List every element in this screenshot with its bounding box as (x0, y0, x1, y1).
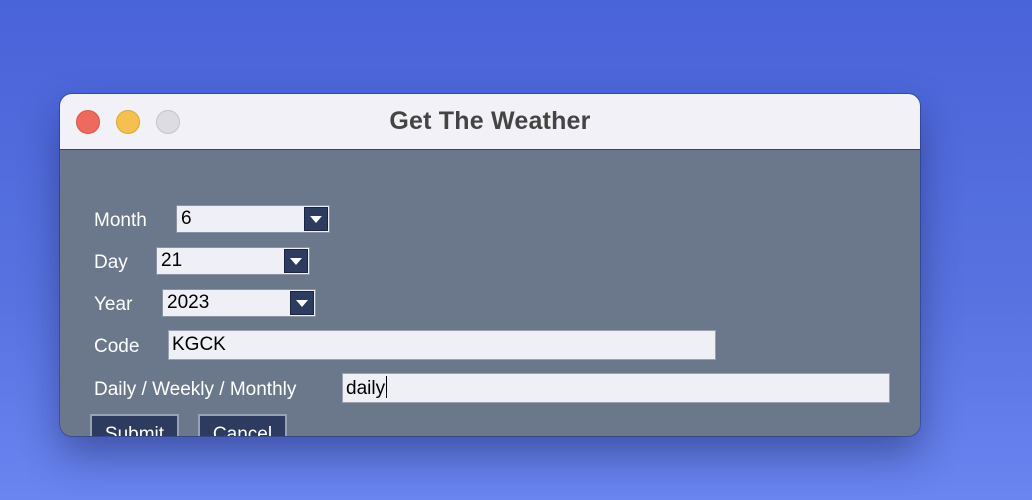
period-value: daily (346, 378, 386, 399)
year-label: Year (94, 294, 133, 315)
cancel-button[interactable]: Cancel (198, 414, 287, 436)
year-dropdown[interactable]: 2023 (162, 289, 316, 317)
month-value: 6 (181, 208, 192, 229)
period-value-wrapper: daily (346, 376, 388, 401)
period-input[interactable]: daily (342, 373, 890, 403)
title-bar[interactable]: Get The Weather (60, 94, 920, 150)
day-dropdown[interactable]: 21 (156, 247, 310, 275)
text-caret (386, 376, 388, 398)
code-label: Code (94, 336, 140, 357)
code-input[interactable]: KGCK (168, 330, 716, 360)
day-value: 21 (161, 250, 183, 271)
code-value: KGCK (172, 334, 226, 355)
chevron-down-icon[interactable] (304, 207, 328, 231)
year-value: 2023 (167, 292, 210, 313)
day-label: Day (94, 252, 128, 273)
weather-dialog-window: Get The Weather Month 6 Day 21 Year 2023 (60, 94, 920, 436)
month-dropdown[interactable]: 6 (176, 205, 330, 233)
form-body: Month 6 Day 21 Year 2023 Code KGCK Daily… (60, 150, 920, 436)
submit-button[interactable]: Submit (90, 414, 179, 436)
window-title: Get The Weather (389, 107, 591, 135)
chevron-down-icon[interactable] (290, 291, 314, 315)
period-label: Daily / Weekly / Monthly (94, 379, 297, 400)
chevron-down-icon[interactable] (284, 249, 308, 273)
month-label: Month (94, 210, 147, 231)
